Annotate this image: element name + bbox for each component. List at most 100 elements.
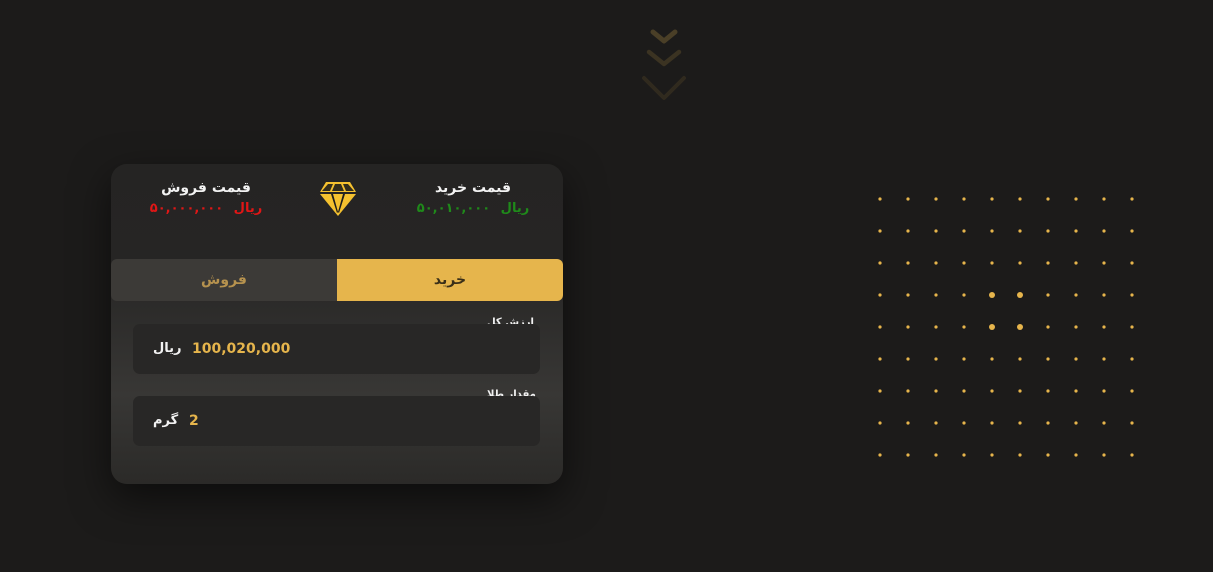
grid-dot (1046, 229, 1050, 233)
grid-dot (1046, 421, 1050, 425)
grid-dot (1046, 325, 1050, 329)
grid-dot (934, 261, 938, 265)
grid-dot (878, 453, 882, 457)
grid-dot (878, 421, 882, 425)
grid-dot (1130, 389, 1134, 393)
grid-dot (1018, 421, 1022, 425)
grid-dot (1046, 357, 1050, 361)
grid-dot (1074, 389, 1078, 393)
grid-dot (906, 197, 910, 201)
grid-dot (906, 389, 910, 393)
grid-dot (934, 453, 938, 457)
grid-dot (1130, 261, 1134, 265)
grid-dot (1130, 421, 1134, 425)
grid-dot (906, 325, 910, 329)
grid-dot (878, 357, 882, 361)
grid-dot (878, 229, 882, 233)
grid-dot (962, 293, 966, 297)
grid-dot (1046, 453, 1050, 457)
grid-dot (1018, 389, 1022, 393)
grid-dot (1074, 357, 1078, 361)
grid-dot (990, 389, 994, 393)
grid-dot (990, 197, 994, 201)
grid-dot (906, 261, 910, 265)
grid-dot (962, 357, 966, 361)
grid-dot (906, 421, 910, 425)
buy-price-value: ۵۰,۰۱۰,۰۰۰ (416, 201, 491, 216)
grid-dot (990, 229, 994, 233)
grid-dot (990, 261, 994, 265)
grid-dot (934, 325, 938, 329)
gold-trade-card: قیمت خرید ریال ۵۰,۰۱۰,۰۰۰ قیمت فروش ریال (111, 164, 563, 484)
grid-dot (1074, 421, 1078, 425)
grid-dot (990, 421, 994, 425)
grid-dot (1074, 229, 1078, 233)
sell-price-value-row: ریال ۵۰,۰۰۰,۰۰۰ (131, 201, 281, 217)
grid-dot (934, 357, 938, 361)
diamond-icon (320, 182, 356, 216)
grid-dot (1017, 324, 1023, 330)
buy-price-value-row: ریال ۵۰,۰۱۰,۰۰۰ (398, 201, 548, 217)
grid-dot (1046, 261, 1050, 265)
grid-dot (1130, 357, 1134, 361)
sell-price-value: ۵۰,۰۰۰,۰۰۰ (149, 201, 224, 216)
grid-dot (962, 421, 966, 425)
dot-grid (878, 197, 1134, 457)
total-value: 100,020,000 (192, 341, 291, 357)
grid-dot (934, 389, 938, 393)
grid-dot (1018, 261, 1022, 265)
grid-dot (906, 293, 910, 297)
grid-dot (906, 357, 910, 361)
grid-dot (1046, 389, 1050, 393)
grid-dot (1046, 293, 1050, 297)
grid-dot (1102, 421, 1106, 425)
grid-dot (1130, 453, 1134, 457)
grid-dot (1102, 261, 1106, 265)
grid-dot (1018, 357, 1022, 361)
grid-dot (1130, 197, 1134, 201)
grid-dot (962, 389, 966, 393)
grid-dot (989, 324, 995, 330)
grid-dot (1102, 389, 1106, 393)
tab-buy[interactable]: خرید (337, 259, 563, 301)
grid-dot (1102, 197, 1106, 201)
tab-sell[interactable]: فروش (111, 259, 337, 301)
grid-dot (990, 453, 994, 457)
buy-price-block: قیمت خرید ریال ۵۰,۰۱۰,۰۰۰ (398, 179, 548, 217)
grid-dot (1130, 293, 1134, 297)
price-header: قیمت خرید ریال ۵۰,۰۱۰,۰۰۰ قیمت فروش ریال (111, 164, 563, 244)
grid-dot (1102, 357, 1106, 361)
grid-dot (1102, 325, 1106, 329)
grid-dot (878, 389, 882, 393)
grid-dot (962, 453, 966, 457)
total-value-field[interactable]: 100,020,000 ریال (133, 324, 540, 374)
gold-amount-field[interactable]: 2 گرم (133, 396, 540, 446)
grid-dot (1074, 325, 1078, 329)
grid-dot (1074, 293, 1078, 297)
total-value-unit: ریال (153, 341, 182, 356)
grid-dot (878, 325, 882, 329)
grid-dot (1074, 261, 1078, 265)
grid-dot (1074, 197, 1078, 201)
chevrons-down-icon[interactable] (640, 28, 688, 104)
grid-dot (1046, 197, 1050, 201)
grid-dot (989, 292, 995, 298)
grid-dot (962, 261, 966, 265)
grid-dot (990, 357, 994, 361)
grid-dot (934, 229, 938, 233)
grid-dot (1102, 229, 1106, 233)
gold-amount: 2 (189, 413, 199, 429)
grid-dot (1018, 229, 1022, 233)
page: قیمت خرید ریال ۵۰,۰۱۰,۰۰۰ قیمت فروش ریال (0, 0, 1213, 572)
grid-dot (878, 197, 882, 201)
buy-price-unit: ریال (500, 201, 530, 216)
grid-dot (962, 229, 966, 233)
grid-dot (1018, 197, 1022, 201)
buy-price-title: قیمت خرید (434, 180, 512, 196)
grid-dot (934, 197, 938, 201)
grid-dot (1102, 293, 1106, 297)
trade-tabs: فروش خرید (111, 259, 563, 301)
sell-price-unit: ریال (233, 201, 263, 216)
grid-dot (906, 453, 910, 457)
grid-dot (962, 197, 966, 201)
